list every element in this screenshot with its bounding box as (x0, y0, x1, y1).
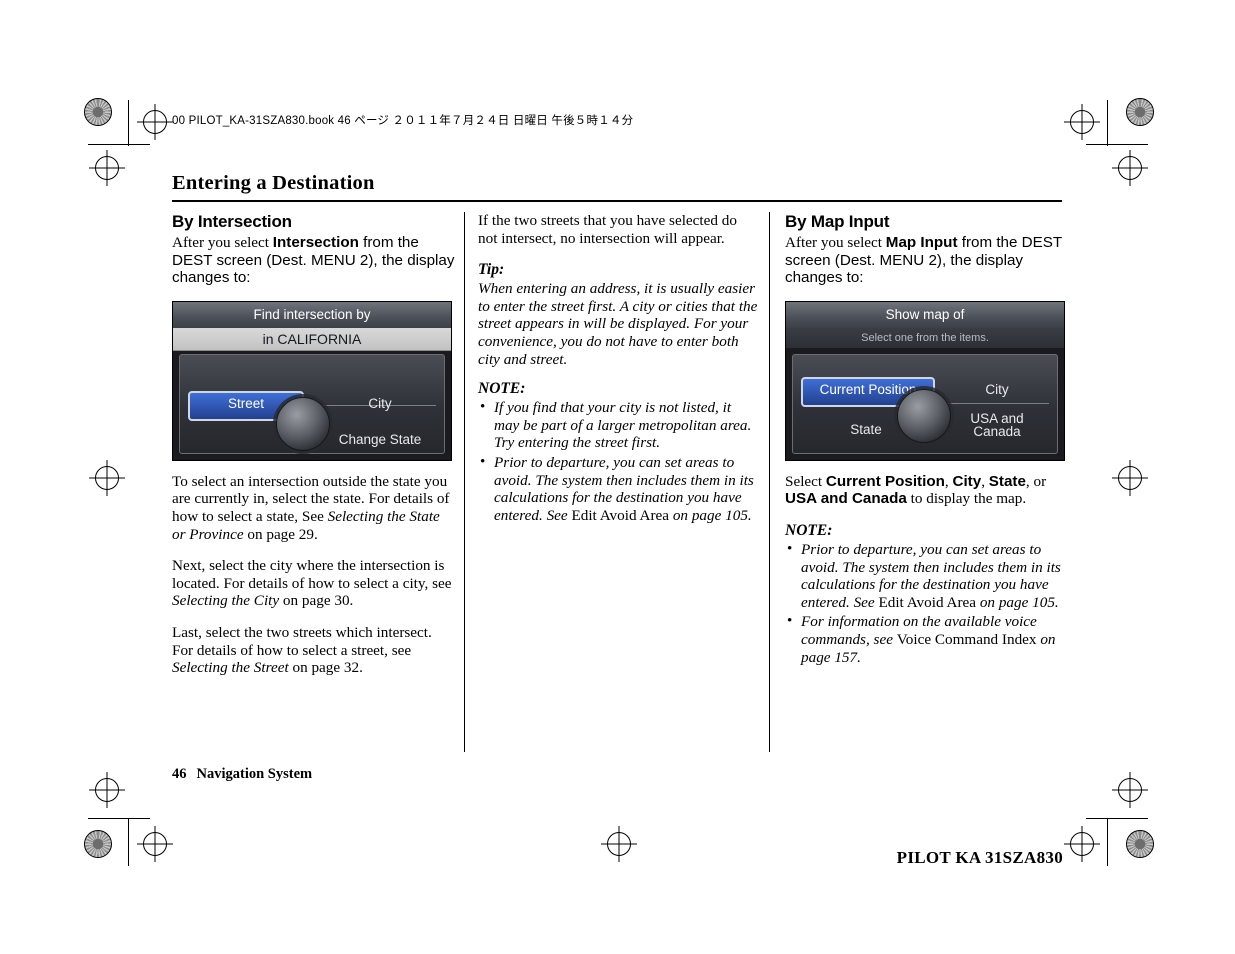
nav-screenshot-find-intersection: Find intersection by in CALIFORNIA Stree… (172, 300, 452, 461)
column-one: By Intersection After you select Interse… (172, 212, 455, 691)
intro-text-a: After you select (785, 234, 886, 251)
crop-line-top-left-v (128, 100, 129, 146)
nav-screen-title: Show map of (786, 301, 1064, 329)
note-list-col3: Prior to departure, you can set areas to… (785, 540, 1068, 666)
column-divider-1 (464, 212, 465, 752)
crop-line-top-left-h (88, 144, 150, 145)
registration-crosshair-right-lower (1118, 778, 1142, 802)
registration-dot-bottom-left (84, 830, 112, 858)
nav-button-usa-line1: USA and (970, 410, 1024, 426)
page-title: Entering a Destination (172, 172, 375, 194)
footer-section-name: Navigation System (196, 766, 313, 782)
column-two: If the two streets that you have selecte… (478, 212, 758, 526)
nav-screen-subtitle: Select one from the items. (786, 327, 1064, 348)
note-roman-ref: Voice Command Index (896, 630, 1037, 648)
registration-crosshair-bottom-center (607, 832, 631, 856)
nav-screenshot-show-map-of: Show map of Select one from the items. C… (785, 300, 1065, 461)
registration-crosshair-top-left (143, 110, 167, 134)
select-text-b: to display the map. (906, 490, 1027, 508)
paragraph-intersection-intro: After you select Intersection from the D… (172, 234, 455, 287)
heading-by-intersection: By Intersection (172, 212, 292, 231)
paragraph-map-input-intro: After you select Map Input from the DEST… (785, 234, 1068, 287)
paragraph-select-streets: Last, select the two streets which inter… (172, 624, 455, 677)
tip-label: Tip: (478, 261, 505, 279)
registration-crosshair-top-right (1070, 110, 1094, 134)
paragraph-no-intersection: If the two streets that you have selecte… (478, 212, 737, 247)
nav-screen-panel: Current Position City State USA and Cana… (792, 353, 1058, 454)
select-text-a: Select (785, 472, 826, 490)
registration-dot-top-right (1126, 98, 1154, 126)
note-text: If you find that your city is not listed… (494, 399, 752, 452)
nav-screen-panel: Street City Change State (179, 353, 445, 454)
p4-text-b: on page 32. (288, 659, 363, 677)
print-slug: 00 PILOT_KA-31SZA830.book 46 ページ ２０１１年７月… (172, 115, 634, 127)
note-roman-ref: Edit Avoid Area (878, 593, 977, 611)
note-tail: on page 105. (669, 506, 752, 524)
column-three: By Map Input After you select Map Input … (785, 212, 1068, 668)
crop-line-top-right-h (1086, 144, 1148, 145)
registration-crosshair-left-upper (95, 156, 119, 180)
paragraph-select-map-option: Select Current Position, City, State, or… (785, 473, 1068, 508)
nav-screen-state-line: in CALIFORNIA (173, 327, 451, 351)
registration-crosshair-right-upper (1118, 156, 1142, 180)
note-label-col3: NOTE: (785, 521, 833, 539)
registration-crosshair-left-middle (95, 466, 119, 490)
footer-page-number: 46 (172, 766, 187, 782)
nav-button-usa-line2: Canada (973, 423, 1021, 439)
note-roman-ref: Edit Avoid Area (571, 506, 670, 524)
title-rule (172, 200, 1062, 202)
registration-crosshair-bottom-right (1070, 832, 1094, 856)
note-item: If you find that your city is not listed… (478, 398, 758, 452)
nav-button-city[interactable]: City (320, 391, 440, 417)
select-bold-state: State (988, 472, 1026, 490)
column-divider-2 (769, 212, 770, 752)
select-sep-3: , or (1025, 472, 1047, 490)
crop-line-bottom-right-h (1086, 818, 1148, 819)
intro-text-a: After you select (172, 234, 273, 251)
select-bold-usa-canada: USA and Canada (785, 490, 907, 508)
note-tail: on page 105. (976, 593, 1059, 611)
paragraph-select-city: Next, select the city where the intersec… (172, 557, 455, 610)
page-footer: 46 Navigation System (172, 766, 312, 783)
crop-line-bottom-left-h (88, 818, 150, 819)
registration-crosshair-left-lower (95, 778, 119, 802)
p2-text-b: on page 29. (243, 525, 318, 543)
select-sep-2: , (981, 472, 989, 490)
note-item: Prior to departure, you can set areas to… (478, 453, 758, 524)
note-label-col2: NOTE: (478, 380, 526, 398)
crop-line-bottom-left-v (128, 818, 129, 866)
tip-text: When entering an address, it is usually … (478, 280, 758, 368)
registration-crosshair-bottom-left (143, 832, 167, 856)
nav-button-city[interactable]: City (941, 377, 1053, 403)
p3-italic-ref: Selecting the City (172, 592, 280, 610)
nav-interface-knob[interactable] (897, 388, 951, 443)
registration-dot-top-left (84, 98, 112, 126)
registration-dot-bottom-right (1126, 830, 1154, 858)
nav-screen-title: Find intersection by (173, 301, 451, 329)
p4-text-a: Last, select the two streets which inter… (172, 623, 432, 659)
note-item: Prior to departure, you can set areas to… (785, 540, 1068, 611)
registration-crosshair-right-middle (1118, 466, 1142, 490)
select-bold-current-position: Current Position (825, 472, 945, 490)
panel-divider (933, 402, 1049, 404)
intro-bold-intersection: Intersection (272, 234, 359, 251)
select-bold-city: City (952, 472, 982, 490)
crop-line-top-right-v (1107, 100, 1108, 146)
crop-line-bottom-right-v (1107, 818, 1108, 866)
paragraph-select-state: To select an intersection outside the st… (172, 473, 455, 543)
p3-text-b: on page 30. (279, 592, 354, 610)
note-item: For information on the available voice c… (785, 612, 1068, 666)
heading-by-map-input: By Map Input (785, 212, 890, 231)
p4-italic-ref: Selecting the Street (172, 659, 289, 677)
note-list-col2: If you find that your city is not listed… (478, 398, 758, 524)
document-code: PILOT KA 31SZA830 (896, 848, 1063, 867)
nav-interface-knob[interactable] (276, 396, 330, 451)
nav-button-usa-and-canada[interactable]: USA and Canada (941, 411, 1053, 440)
nav-button-change-state[interactable]: Change State (320, 427, 440, 453)
intro-bold-map-input: Map Input (885, 234, 958, 251)
p3-text-a: Next, select the city where the intersec… (172, 557, 452, 592)
